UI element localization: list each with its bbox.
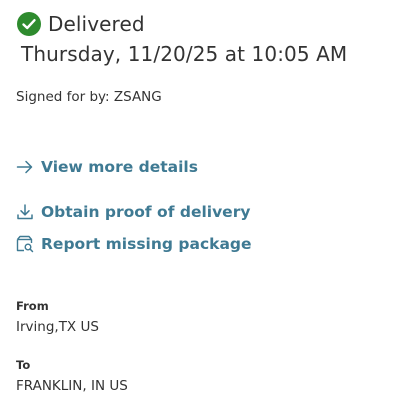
arrow-right-icon <box>16 158 34 176</box>
status-text: Delivered <box>48 12 145 36</box>
signed-for-text: Signed for by: ZSANG <box>16 89 162 105</box>
to-label: To <box>16 358 31 372</box>
package-search-icon <box>16 235 34 253</box>
delivery-status: Delivered <box>16 10 145 38</box>
download-icon <box>16 203 34 221</box>
check-circle-icon <box>16 11 42 37</box>
obtain-proof-of-delivery-link[interactable]: Obtain proof of delivery <box>16 203 250 221</box>
report-missing-package-label[interactable]: Report missing package <box>41 235 252 253</box>
view-more-details-link[interactable]: View more details <box>16 158 198 176</box>
delivery-datetime: Thursday, 11/20/25 at 10:05 AM <box>21 42 348 66</box>
view-more-details-label[interactable]: View more details <box>41 158 198 176</box>
to-value: FRANKLIN, IN US <box>16 378 128 394</box>
from-label: From <box>16 299 49 313</box>
from-value: Irving,TX US <box>16 319 99 335</box>
obtain-proof-of-delivery-label[interactable]: Obtain proof of delivery <box>41 203 250 221</box>
report-missing-package-link[interactable]: Report missing package <box>16 235 252 253</box>
